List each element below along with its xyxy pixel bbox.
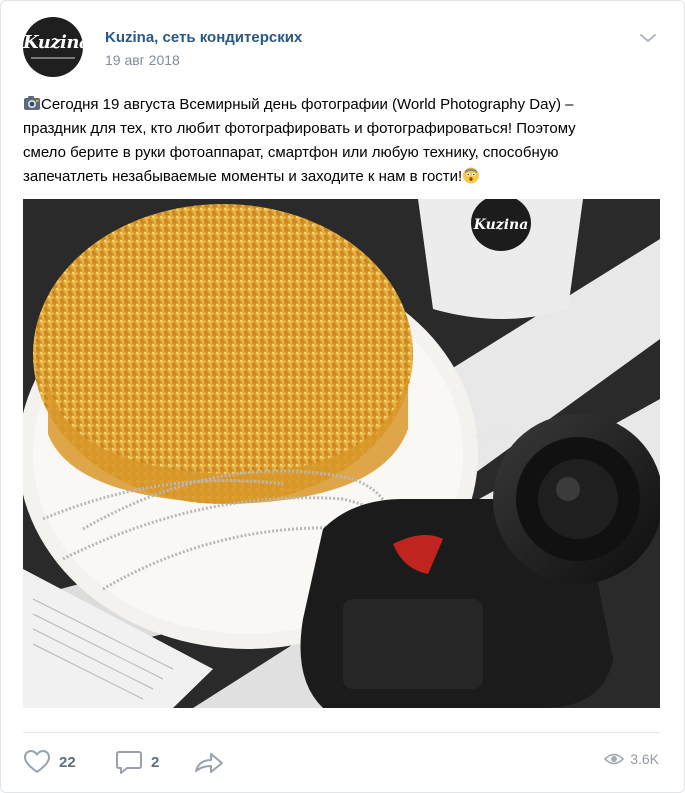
avatar-logo: Kuzina	[23, 32, 83, 53]
post-text: Сегодня 19 августа Всемирный день фотогр…	[23, 93, 643, 189]
post-author-link[interactable]: Kuzina, сеть кондитерских	[105, 29, 302, 46]
post-text-line-4: запечатлеть незабываемые моменты и заход…	[23, 168, 463, 185]
post-text-line: запечатлеть незабываемые моменты и заход…	[23, 165, 643, 189]
post-date[interactable]: 19 авг 2018	[105, 52, 180, 68]
comment-button[interactable]: 2	[115, 747, 159, 777]
surprised-emoji-icon	[463, 167, 480, 184]
heart-icon	[24, 750, 50, 773]
share-button[interactable]	[193, 747, 225, 777]
post-photo[interactable]: Kuzina Nikon	[23, 199, 660, 708]
comment-count: 2	[151, 753, 160, 771]
photo-illustration: Kuzina Nikon	[23, 199, 660, 708]
footer-divider	[23, 732, 660, 733]
post-card: Kuzina Kuzina, сеть кондитерских 19 авг …	[0, 0, 685, 793]
share-icon	[195, 753, 223, 773]
like-button[interactable]: 22	[23, 747, 76, 777]
comment-icon	[116, 751, 142, 774]
views-counter: 3.6K	[604, 751, 659, 767]
cup-logo-text: Kuzina	[473, 217, 529, 233]
avatar[interactable]: Kuzina	[23, 17, 83, 77]
camera-emoji-icon	[24, 96, 40, 110]
avatar-logo-underline	[31, 57, 75, 59]
views-count: 3.6K	[630, 751, 659, 767]
post-text-line-2: праздник для тех, кто любит фотографиров…	[23, 120, 576, 137]
like-count: 22	[59, 753, 76, 771]
post-text-line-3: смело берите в руки фотоаппарат, смартфо…	[23, 144, 559, 161]
post-text-line-1: Сегодня 19 августа Всемирный день фотогр…	[41, 96, 574, 113]
chevron-down-icon[interactable]	[638, 31, 658, 45]
post-text-line: Сегодня 19 августа Всемирный день фотогр…	[23, 93, 643, 117]
eye-icon	[604, 753, 625, 765]
